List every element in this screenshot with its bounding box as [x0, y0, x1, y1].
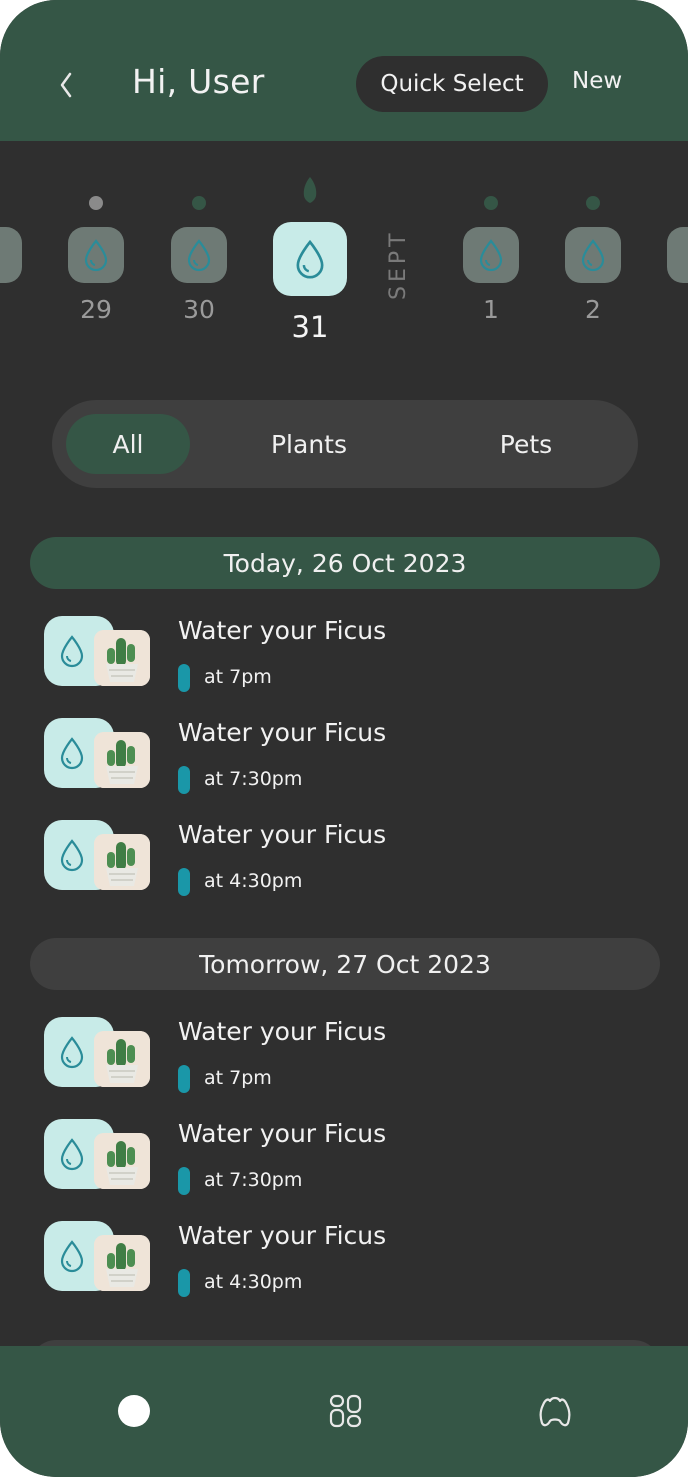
chevron-left-icon: [60, 72, 72, 98]
task-title: Water your Ficus: [178, 1221, 387, 1250]
water-drop-icon: [60, 1138, 84, 1171]
task-time: at 7pm: [204, 666, 272, 688]
task-title: Water your Ficus: [178, 820, 387, 849]
date-tile-31-selected[interactable]: [273, 222, 347, 296]
section-header-tomorrow: Tomorrow, 27 Oct 2023: [30, 938, 660, 990]
task-title: Water your Ficus: [178, 616, 387, 645]
water-drop-icon: [479, 239, 503, 272]
task-time: at 7:30pm: [204, 768, 303, 790]
status-dot: [586, 196, 600, 210]
categories-icon: [329, 1394, 362, 1428]
cactus-icon: [94, 1031, 150, 1087]
date-number: 30: [183, 295, 215, 324]
cactus-plant-thumbnail: [94, 1235, 150, 1291]
task-row[interactable]: Water your Ficus at 7:30pm: [44, 718, 644, 808]
task-type-marker: [178, 1269, 190, 1297]
date-tile-1[interactable]: [463, 227, 519, 283]
date-number-selected: 31: [291, 310, 329, 344]
task-time: at 7pm: [204, 1067, 272, 1089]
cactus-icon: [94, 630, 150, 686]
nav-categories[interactable]: [321, 1386, 371, 1436]
task-title: Water your Ficus: [178, 1017, 387, 1046]
date-number: 29: [80, 295, 112, 324]
date-tile-2[interactable]: [565, 227, 621, 283]
cactus-plant-thumbnail: [94, 1133, 150, 1189]
selected-leaf-indicator-icon: [303, 177, 317, 203]
bottom-navigation: [0, 1346, 688, 1477]
pet-icon: [539, 1396, 571, 1427]
tab-pets[interactable]: Pets: [452, 414, 600, 474]
date-number: 2: [585, 295, 601, 324]
task-type-marker: [178, 766, 190, 794]
status-dot: [89, 196, 103, 210]
new-button[interactable]: New: [572, 68, 622, 94]
cactus-icon: [94, 1235, 150, 1291]
task-type-marker: [178, 1167, 190, 1195]
filter-tabs: All Plants Pets: [52, 400, 638, 488]
task-type-marker: [178, 1065, 190, 1093]
task-title: Water your Ficus: [178, 718, 387, 747]
water-drop-icon: [60, 1240, 84, 1273]
cactus-icon: [94, 1133, 150, 1189]
task-row[interactable]: Water your Ficus at 7pm: [44, 616, 644, 706]
month-label: SEPT: [386, 229, 411, 300]
tab-all[interactable]: All: [66, 414, 190, 474]
water-drop-icon: [60, 1036, 84, 1069]
task-row[interactable]: Water your Ficus at 4:30pm: [44, 820, 644, 910]
task-time: at 4:30pm: [204, 1271, 303, 1293]
cactus-icon: [94, 732, 150, 788]
task-row[interactable]: Water your Ficus at 7:30pm: [44, 1119, 644, 1209]
tab-plants[interactable]: Plants: [232, 414, 386, 474]
greeting-title: Hi, User: [132, 62, 265, 101]
task-row[interactable]: Water your Ficus at 4:30pm: [44, 1221, 644, 1311]
date-number: 1: [483, 295, 499, 324]
app-screen: Hi, User Quick Select New 29 30 31 SEPT …: [0, 0, 688, 1477]
cactus-plant-thumbnail: [94, 834, 150, 890]
water-drop-icon: [84, 239, 108, 272]
task-type-marker: [178, 868, 190, 896]
cactus-plant-thumbnail: [94, 630, 150, 686]
app-header: Hi, User Quick Select New: [0, 0, 688, 141]
water-drop-icon: [581, 239, 605, 272]
quick-select-button[interactable]: Quick Select: [356, 56, 548, 112]
section-header-today: Today, 26 Oct 2023: [30, 537, 660, 589]
home-dot-icon: [118, 1395, 150, 1427]
status-dot: [192, 196, 206, 210]
water-drop-icon: [296, 239, 324, 279]
date-tile-partial-left[interactable]: [0, 227, 22, 283]
nav-home[interactable]: [109, 1386, 159, 1436]
status-dot: [484, 196, 498, 210]
task-title: Water your Ficus: [178, 1119, 387, 1148]
back-button[interactable]: [52, 68, 82, 102]
water-drop-icon: [60, 839, 84, 872]
date-tile-partial-right[interactable]: [667, 227, 688, 283]
task-row[interactable]: Water your Ficus at 7pm: [44, 1017, 644, 1107]
nav-pets[interactable]: [530, 1386, 580, 1436]
cactus-plant-thumbnail: [94, 732, 150, 788]
task-type-marker: [178, 664, 190, 692]
date-tile-29[interactable]: [68, 227, 124, 283]
cactus-plant-thumbnail: [94, 1031, 150, 1087]
water-drop-icon: [60, 737, 84, 770]
task-time: at 7:30pm: [204, 1169, 303, 1191]
water-drop-icon: [187, 239, 211, 272]
water-drop-icon: [60, 635, 84, 668]
task-time: at 4:30pm: [204, 870, 303, 892]
cactus-icon: [94, 834, 150, 890]
date-tile-30[interactable]: [171, 227, 227, 283]
